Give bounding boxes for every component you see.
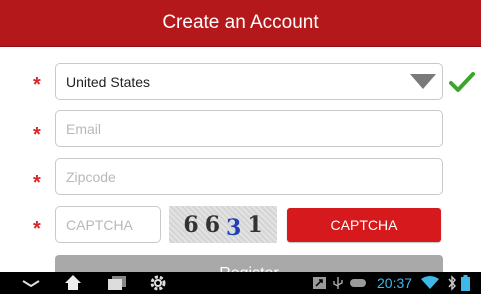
country-select[interactable]: United States (55, 63, 443, 100)
home-icon[interactable] (64, 274, 82, 291)
notification-icon (313, 277, 326, 289)
required-marker-country: * (33, 74, 41, 96)
country-value: United States (66, 73, 151, 90)
system-bar: 20:37 (0, 272, 481, 294)
usb-icon (333, 277, 343, 289)
app-header: Create an Account (0, 0, 481, 47)
required-marker-zipcode: * (33, 172, 41, 194)
captcha-char: 6 (204, 211, 220, 238)
required-marker-captcha: * (33, 218, 41, 240)
captcha-field[interactable] (55, 206, 161, 243)
chevron-down-icon (410, 74, 436, 89)
checkmark-icon (449, 72, 475, 92)
battery-icon (461, 275, 470, 291)
captcha-char: 6 (183, 211, 199, 238)
zipcode-input[interactable] (66, 168, 442, 185)
captcha-input[interactable] (66, 216, 160, 233)
captcha-button-label: CAPTCHA (330, 217, 398, 233)
clock-time: 20:37 (377, 275, 413, 291)
controller-icon (350, 279, 366, 287)
zipcode-field[interactable] (55, 158, 443, 195)
bluetooth-icon (448, 275, 456, 291)
captcha-char: 1 (247, 211, 263, 238)
email-field[interactable] (55, 110, 443, 147)
page-title: Create an Account (162, 12, 319, 33)
required-marker-email: * (33, 124, 41, 146)
captcha-refresh-button[interactable]: CAPTCHA (287, 208, 441, 242)
recent-apps-icon[interactable] (107, 275, 127, 291)
wifi-icon (421, 276, 439, 289)
back-icon[interactable] (22, 279, 40, 288)
email-input[interactable] (66, 120, 442, 137)
settings-icon[interactable] (150, 275, 166, 291)
captcha-char: 3 (226, 214, 242, 241)
captcha-image[interactable]: 6 6 3 1 (169, 206, 277, 243)
